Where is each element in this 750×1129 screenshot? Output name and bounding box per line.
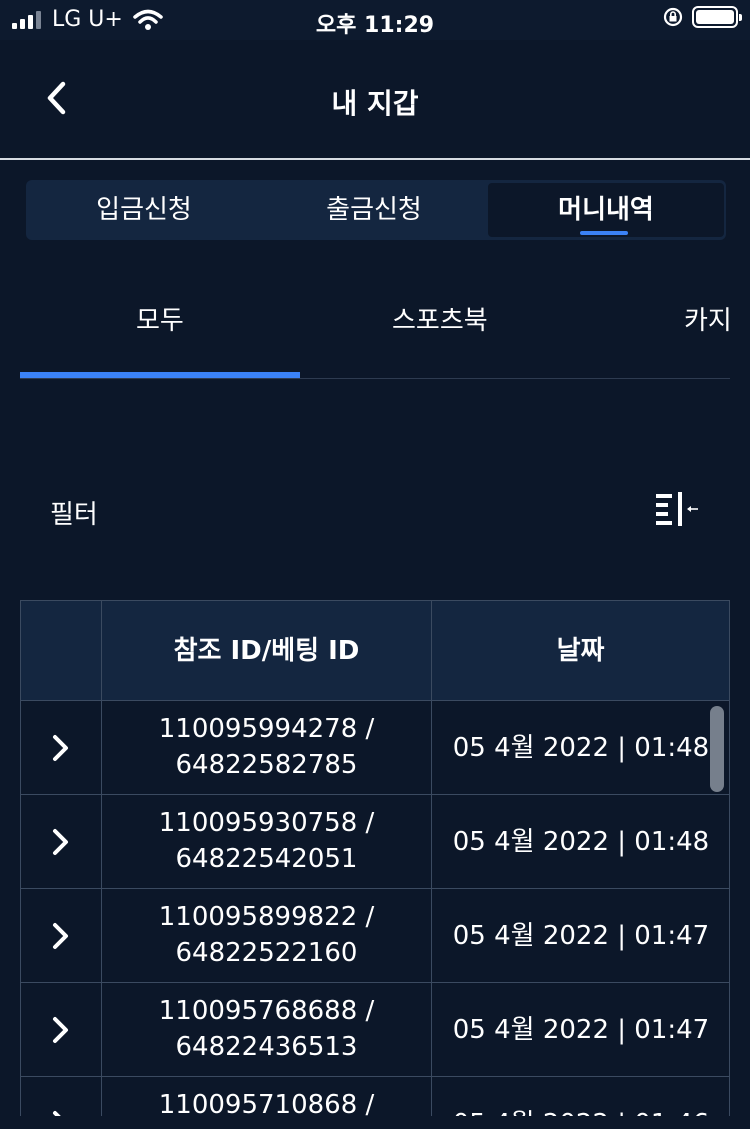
ref-id: 110095768688 / xyxy=(158,996,375,1026)
bet-id: 64822522160 xyxy=(175,938,358,968)
filter-toggle-icon[interactable] xyxy=(654,490,700,528)
wallet-segment-tabs: 입금신청 출금신청 머니내역 xyxy=(26,180,726,240)
battery-icon xyxy=(692,6,742,28)
ref-id: 110095994278 / xyxy=(158,714,375,744)
transaction-date: 05 4월 2022 | 01:46 xyxy=(432,1077,730,1116)
chevron-right-icon[interactable] xyxy=(47,1013,73,1047)
reference-id: 110095768688 / 64822436513 xyxy=(102,993,431,1065)
reference-id: 110095899822 / 64822522160 xyxy=(102,899,431,971)
tab-label: 머니내역 xyxy=(558,195,654,225)
table-row[interactable]: 110095930758 / 64822542051 05 4월 2022 | … xyxy=(20,795,730,889)
orientation-lock-icon xyxy=(663,7,683,27)
table-row[interactable]: 110095710868 / 05 4월 2022 | 01:46 xyxy=(20,1077,730,1116)
table-scrollbar[interactable] xyxy=(710,706,724,792)
status-right xyxy=(662,6,742,28)
tab-deposit-request[interactable]: 입금신청 xyxy=(26,183,262,237)
reference-id: 110095710868 / xyxy=(102,1087,431,1116)
transaction-date: 05 4월 2022 | 01:48 xyxy=(452,733,710,763)
status-bar: LG U+ 오후 11:29 xyxy=(0,0,750,40)
subtab-divider xyxy=(20,378,730,379)
bet-id: 64822542051 xyxy=(175,844,358,874)
ref-id: 110095930758 / xyxy=(158,808,375,838)
app-header: 내 지갑 xyxy=(0,40,750,158)
transaction-date: 05 4월 2022 | 01:47 xyxy=(452,1015,710,1045)
reference-id: 110095930758 / 64822542051 xyxy=(102,805,431,877)
reference-id: 110095994278 / 64822582785 xyxy=(102,711,431,783)
column-header-date: 날짜 xyxy=(556,636,605,666)
chevron-right-icon[interactable] xyxy=(47,919,73,953)
subtab-sportsbook[interactable]: 스포츠북 xyxy=(392,300,488,337)
table-row[interactable]: 110095768688 / 64822436513 05 4월 2022 | … xyxy=(20,983,730,1077)
active-tab-indicator xyxy=(580,231,628,235)
page-title: 내 지갑 xyxy=(331,87,419,120)
ref-id: 110095710868 / xyxy=(158,1090,375,1116)
status-time: 오후 11:29 xyxy=(315,13,435,38)
subtab-all[interactable]: 모두 xyxy=(136,300,184,337)
tab-withdraw-request[interactable]: 출금신청 xyxy=(256,183,492,237)
filter-label: 필터 xyxy=(50,500,98,530)
transaction-date: 05 4월 2022 | 01:48 xyxy=(452,827,710,857)
header-divider xyxy=(0,158,750,160)
chevron-right-icon[interactable] xyxy=(47,731,73,765)
bet-id: 64822582785 xyxy=(175,750,358,780)
transaction-date: 05 4월 2022 | 01:47 xyxy=(452,921,710,951)
subtab-casino[interactable]: 카지 xyxy=(684,300,730,337)
money-history-table: 참조 ID/베팅 ID 날짜 110095994278 / 6482258278… xyxy=(20,600,730,1116)
column-header-expand xyxy=(21,601,101,701)
active-subtab-indicator xyxy=(20,372,300,378)
table-row[interactable]: 110095994278 / 64822582785 05 4월 2022 | … xyxy=(20,701,730,795)
table-header: 참조 ID/베팅 ID 날짜 xyxy=(20,600,730,701)
bet-id: 64822436513 xyxy=(175,1032,358,1062)
chevron-right-icon[interactable] xyxy=(47,1107,73,1116)
table-row[interactable]: 110095899822 / 64822522160 05 4월 2022 | … xyxy=(20,889,730,983)
column-header-ref-id: 참조 ID/베팅 ID xyxy=(173,636,360,666)
tab-label: 입금신청 xyxy=(96,195,192,225)
category-subtabs: 모두 스포츠북 카지 xyxy=(20,290,730,380)
tab-label: 출금신청 xyxy=(326,195,422,225)
chevron-right-icon[interactable] xyxy=(47,825,73,859)
ref-id: 110095899822 / xyxy=(158,902,375,932)
tab-money-history[interactable]: 머니내역 xyxy=(488,183,724,237)
